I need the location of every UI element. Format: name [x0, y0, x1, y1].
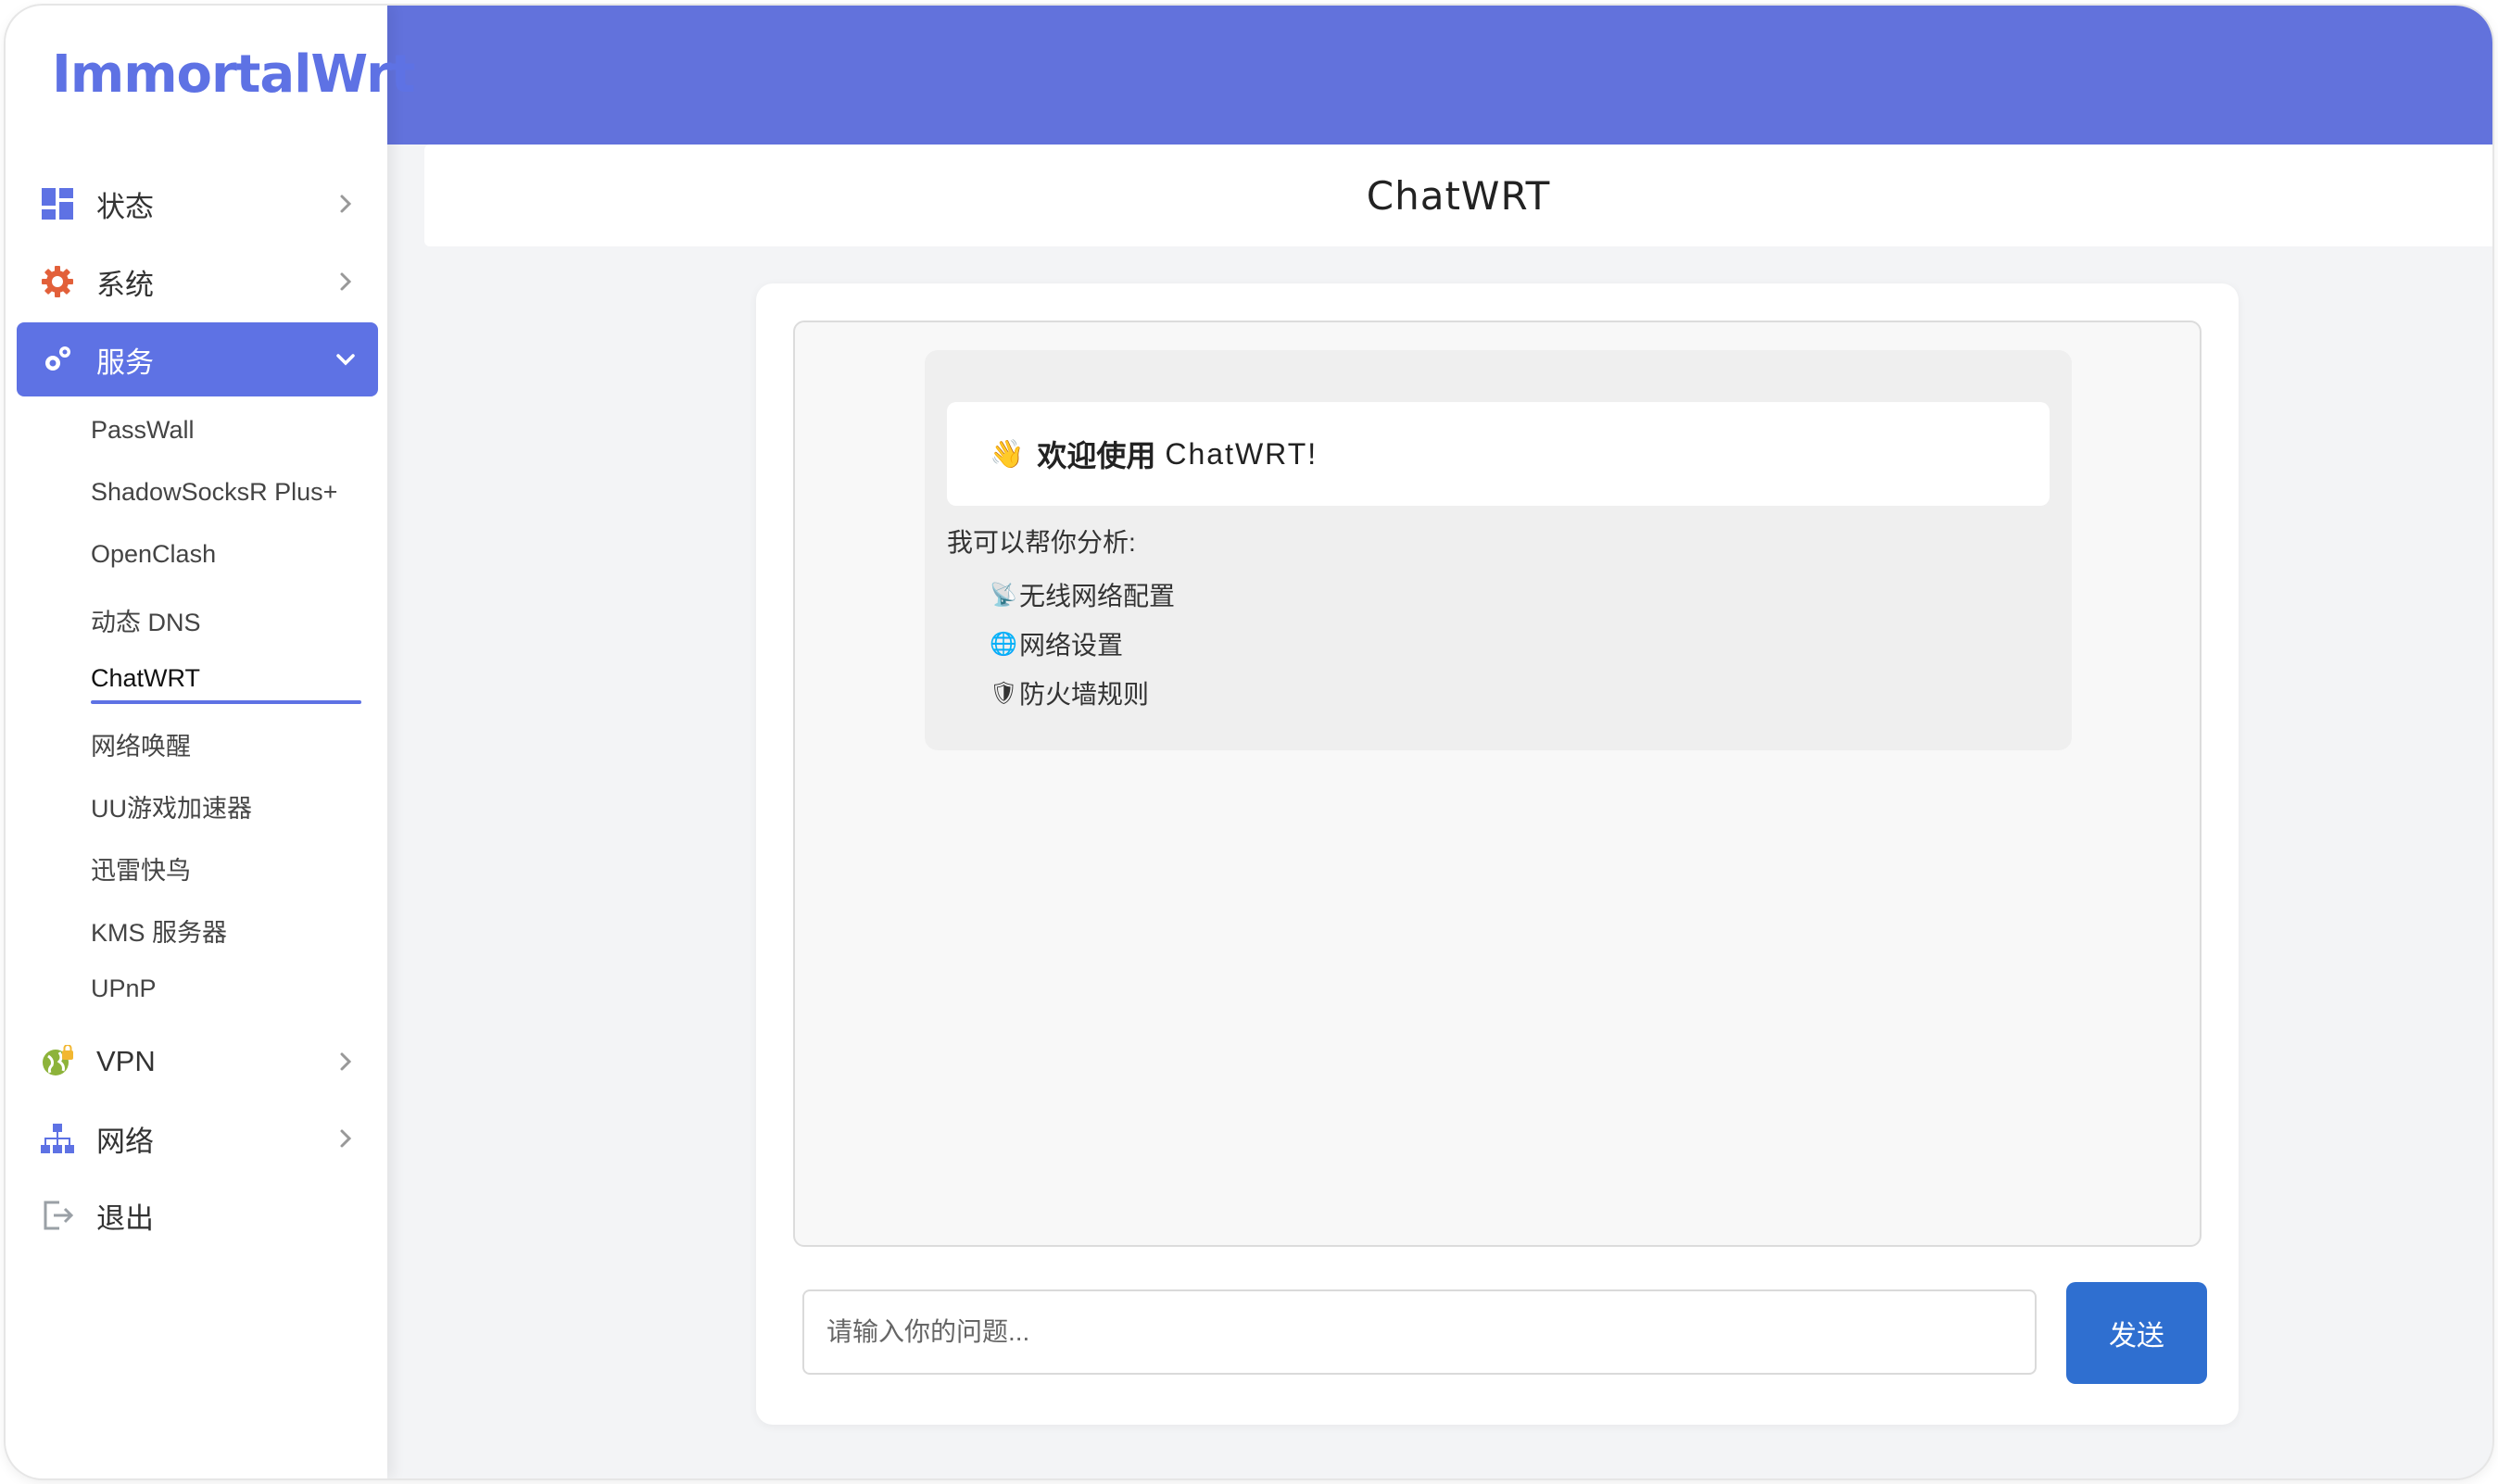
- send-button[interactable]: 发送: [2066, 1282, 2207, 1384]
- logout-icon: [41, 1199, 74, 1232]
- wave-icon: 👋: [990, 438, 1025, 470]
- question-input[interactable]: [802, 1289, 2037, 1375]
- page-title: ChatWRT: [1366, 172, 1551, 219]
- page-title-bar: ChatWRT: [424, 145, 2492, 246]
- sidebar-item-status[interactable]: 状态: [17, 167, 378, 241]
- active-submenu-indicator: [91, 700, 361, 704]
- assistant-message: 👋 欢迎使用 ChatWRT! 我可以帮你分析: 📡 无线网络配置 🌐 网络设置…: [925, 350, 2072, 750]
- intro-text: 我可以帮你分析:: [947, 528, 1136, 557]
- sidebar-item-logout[interactable]: 退出: [17, 1178, 378, 1252]
- chat-messages[interactable]: 👋 欢迎使用 ChatWRT! 我可以帮你分析: 📡 无线网络配置 🌐 网络设置…: [793, 321, 2202, 1247]
- dashboard-icon: [41, 187, 74, 220]
- sidebar-item-label: 服务: [96, 346, 154, 379]
- chevron-right-icon: [340, 1052, 352, 1071]
- submenu-item-chatwrt[interactable]: ChatWRT: [91, 664, 200, 693]
- feature-item: 🛡 防火墙规则: [990, 674, 1149, 711]
- chevron-right-icon: [340, 272, 352, 291]
- sidebar-item-vpn[interactable]: VPN: [17, 1025, 378, 1099]
- header-bar: [387, 6, 2492, 145]
- sidebar-item-services[interactable]: 服务: [17, 322, 378, 396]
- app-window: ImmortalWrt 状态 系统 服务 PassWall ShadowSock…: [6, 6, 2492, 1478]
- submenu-item-openclash[interactable]: OpenClash: [91, 540, 216, 569]
- welcome-banner: 👋 欢迎使用 ChatWRT!: [947, 402, 2050, 506]
- sidebar-item-label: VPN: [96, 1045, 156, 1077]
- network-tree-icon: [41, 1122, 74, 1155]
- globe-lock-icon: [41, 1045, 74, 1078]
- feature-label: 防火墙规则: [1019, 680, 1150, 709]
- feature-label: 网络设置: [1019, 631, 1124, 660]
- sidebar-item-label: 系统: [96, 268, 154, 301]
- sidebar-item-label: 网络: [96, 1125, 154, 1158]
- feature-item: 🌐 网络设置: [990, 625, 1123, 662]
- submenu-item-passwall[interactable]: PassWall: [91, 416, 195, 445]
- chevron-right-icon: [340, 195, 352, 213]
- feature-label: 无线网络配置: [1019, 582, 1176, 610]
- submenu-item-uu-booster[interactable]: UU游戏加速器: [91, 788, 252, 824]
- welcome-brand: ChatWRT!: [1165, 436, 1318, 471]
- submenu-item-wol[interactable]: 网络唤醒: [91, 726, 191, 762]
- submenu-item-kms[interactable]: KMS 服务器: [91, 912, 227, 949]
- submenu-item-ssr-plus[interactable]: ShadowSocksR Plus+: [91, 478, 337, 507]
- chat-card: 👋 欢迎使用 ChatWRT! 我可以帮你分析: 📡 无线网络配置 🌐 网络设置…: [756, 283, 2239, 1425]
- logo: ImmortalWrt: [52, 44, 416, 105]
- sidebar: ImmortalWrt 状态 系统 服务 PassWall ShadowSock…: [6, 6, 416, 1478]
- gear-icon: [41, 265, 74, 298]
- chevron-right-icon: [340, 1129, 352, 1148]
- sidebar-item-system[interactable]: 系统: [17, 245, 378, 319]
- sidebar-item-network[interactable]: 网络: [17, 1101, 378, 1176]
- gears-icon: [41, 343, 74, 376]
- chevron-down-icon: [336, 354, 355, 366]
- submenu-item-xunlei[interactable]: 迅雷快鸟: [91, 850, 191, 887]
- submenu-item-upnp[interactable]: UPnP: [91, 975, 157, 1003]
- globe-icon: 🌐: [990, 631, 1017, 657]
- welcome-text: 欢迎使用: [1037, 439, 1156, 472]
- submenu-item-ddns[interactable]: 动态 DNS: [91, 602, 201, 638]
- feature-item: 📡 无线网络配置: [990, 576, 1175, 613]
- shield-icon: 🛡: [990, 680, 1018, 706]
- satellite-icon: 📡: [990, 582, 1017, 608]
- sidebar-item-label: 状态: [96, 190, 154, 223]
- sidebar-item-label: 退出: [96, 1201, 154, 1235]
